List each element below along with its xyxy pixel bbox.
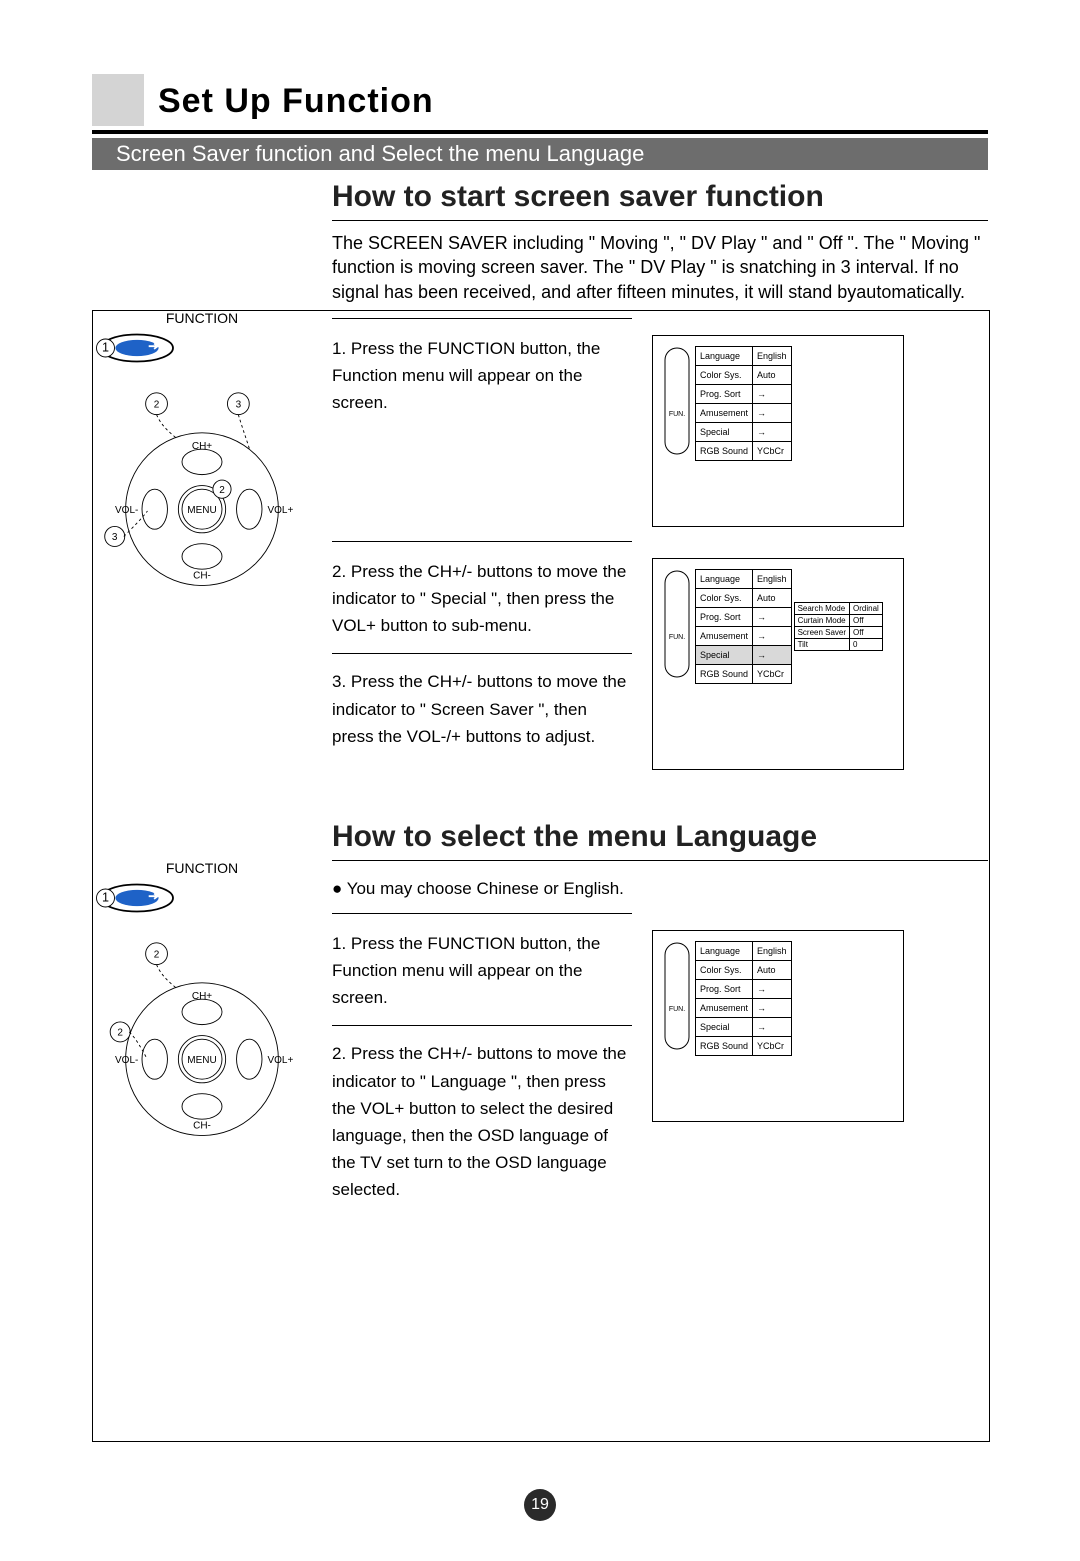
osd-main-menu: LanguageEnglish Color Sys.Auto Prog. Sor… [695,346,792,461]
svg-text:1: 1 [102,341,109,355]
svg-text:CH-: CH- [193,1120,211,1131]
svg-text:3: 3 [112,532,118,543]
step-b2: 2. Press the CH+/- buttons to move the i… [332,1040,632,1203]
directional-pad-a: 2 3 MENU CH+ CH- VOL- VOL+ [102,391,302,591]
osd-screenshot-a1: FUN. LanguageEnglish Color Sys.Auto Prog… [652,335,904,527]
heading-language: How to select the menu Language [332,820,988,861]
osd-main-menu: LanguageEnglish Color Sys.Auto Prog. Sor… [695,941,792,1056]
intro-text-a: The SCREEN SAVER including " Moving ", "… [332,231,988,304]
page-number: 19 [524,1489,556,1521]
left-illustrations-b: FUNCTION 1 2 MENU CH+ CH- VOL- [92,860,312,1141]
function-button-icon: 1 [92,880,182,916]
svg-text:2: 2 [117,1028,123,1039]
svg-text:3: 3 [236,399,242,410]
svg-text:MENU: MENU [187,1055,216,1066]
step-b1: 1. Press the FUNCTION button, the Functi… [332,930,632,1012]
function-label: FUNCTION [92,310,312,326]
divider [332,653,632,654]
svg-text:FUN.: FUN. [669,634,685,641]
left-illustrations-a: FUNCTION 1 2 3 MENU C [92,310,312,591]
divider [332,913,632,914]
svg-text:CH+: CH+ [192,441,212,452]
rule [92,130,988,134]
function-label: FUNCTION [92,860,312,876]
divider [332,1025,632,1026]
svg-text:CH+: CH+ [192,991,212,1002]
chapter-title: Set Up Function [158,82,434,121]
svg-text:MENU: MENU [187,505,216,516]
divider [332,541,632,542]
directional-pad-b: 2 MENU CH+ CH- VOL- VOL+ 2 [102,941,302,1141]
svg-text:VOL+: VOL+ [267,505,293,516]
osd-main-menu: LanguageEnglish Color Sys.Auto Prog. Sor… [695,569,792,684]
svg-text:1: 1 [102,891,109,905]
svg-text:FUN.: FUN. [669,411,685,418]
right-column: How to start screen saver function The S… [332,180,988,1204]
bullet-language: ● You may choose Chinese or English. [332,879,988,899]
svg-text:VOL-: VOL- [115,505,138,516]
osd-screenshot-a2: FUN. LanguageEnglish Color Sys.Auto Prog… [652,558,904,770]
divider [332,318,632,319]
osd-sub-menu: Search ModeOrdinal Curtain ModeOff Scree… [794,602,883,651]
manual-page: Set Up Function Screen Saver function an… [0,0,1080,1561]
step-a3: 3. Press the CH+/- buttons to move the i… [332,668,632,750]
svg-text:2: 2 [219,485,225,496]
decorative-square [92,74,144,126]
function-button-icon: 1 [92,330,182,366]
svg-text:FUN.: FUN. [669,1006,685,1013]
bullet-language-text: You may choose Chinese or English. [347,879,624,898]
svg-text:2: 2 [154,949,160,960]
svg-text:2: 2 [154,399,160,410]
svg-text:CH-: CH- [193,570,211,581]
svg-text:VOL-: VOL- [115,1055,138,1066]
section-header-bar: Screen Saver function and Select the men… [92,138,988,170]
step-a1: 1. Press the FUNCTION button, the Functi… [332,335,632,527]
osd-screenshot-b1: FUN. LanguageEnglish Color Sys.Auto Prog… [652,930,904,1122]
svg-text:VOL+: VOL+ [267,1055,293,1066]
step-a2: 2. Press the CH+/- buttons to move the i… [332,558,632,640]
heading-screen-saver: How to start screen saver function [332,180,988,221]
